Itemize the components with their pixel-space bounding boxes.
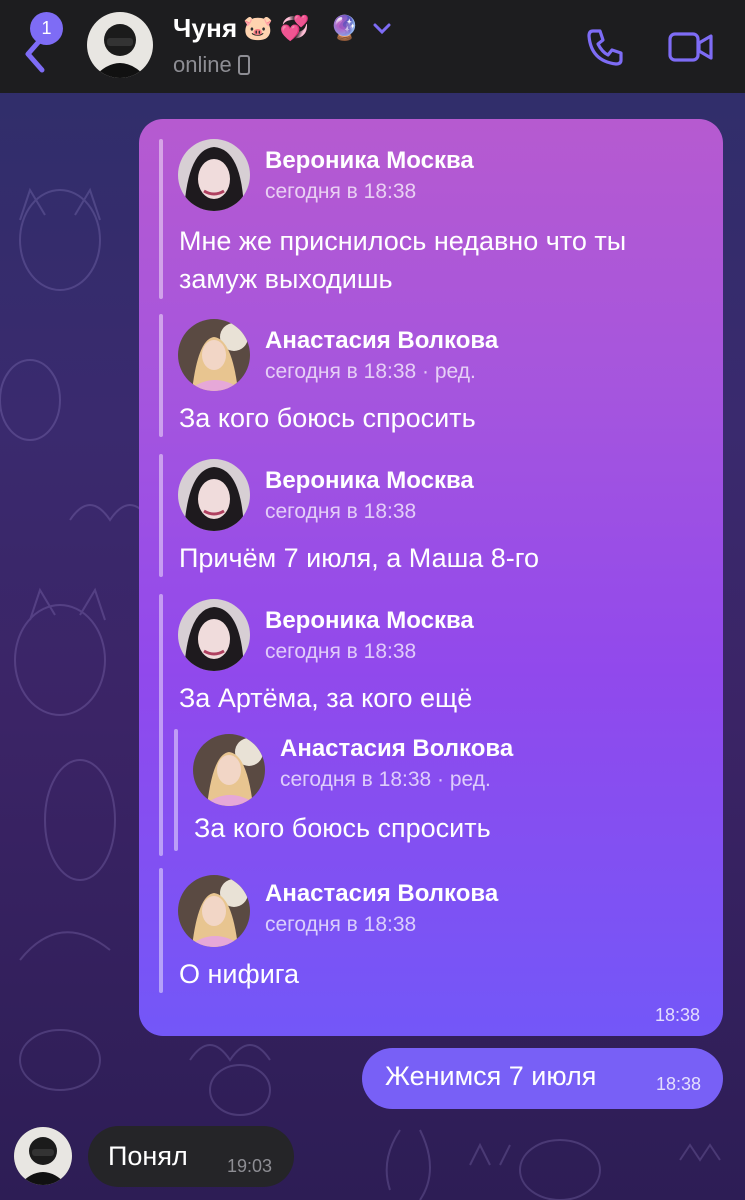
message-text: Понял: [108, 1141, 188, 1171]
avatar-anastasia[interactable]: [178, 875, 250, 947]
message-text: О нифига: [179, 955, 299, 993]
message-time: сегодня в 18:38: [265, 500, 417, 523]
author-name[interactable]: Анастасия Волкова: [265, 880, 498, 908]
message-time: 18:38: [655, 1074, 701, 1094]
phone-icon: [587, 29, 623, 66]
avatar-veronika[interactable]: [178, 139, 250, 211]
call-button[interactable]: [584, 26, 626, 68]
chat-title-text: Чуня: [173, 13, 238, 43]
message-text: За кого боюсь спросить: [194, 809, 491, 847]
chevron-down-icon[interactable]: [372, 22, 392, 36]
message-text: За Артёма, за кого ещё: [179, 679, 472, 717]
incoming-message[interactable]: Понял 19:03: [88, 1126, 294, 1187]
chat-status: online: [173, 52, 250, 78]
message-time: сегодня в 18:38: [265, 640, 417, 663]
avatar-veronika[interactable]: [178, 459, 250, 531]
message-text: Причём 7 июля, а Маша 8-го: [179, 539, 539, 577]
video-call-button[interactable]: [668, 30, 714, 64]
message-line: За кого боюсь спросить: [194, 813, 491, 843]
forward-bar: [159, 454, 163, 577]
message-time: сегодня в 18:38 · ред.: [280, 768, 491, 791]
chat-title[interactable]: Чуня 🐷 💞 🔮: [173, 13, 392, 44]
message-time: сегодня в 18:38: [265, 180, 417, 203]
message-time: 19:03: [226, 1156, 272, 1176]
message-text: За кого боюсь спросить: [179, 399, 476, 437]
chat-header: 1 Чуня 🐷 💞 🔮 online: [0, 0, 745, 93]
forwarded-message[interactable]: Вероника Москва сегодня в 18:38 Мне же п…: [159, 139, 699, 299]
author-name[interactable]: Вероника Москва: [265, 607, 474, 635]
message-line: замуж выходишь: [179, 264, 393, 294]
message-text: Мне же приснилось недавно что ты замуж в…: [179, 222, 626, 298]
forwarded-message[interactable]: Анастасия Волкова сегодня в 18:38 · ред.…: [159, 314, 699, 437]
unread-badge: 1: [30, 12, 63, 45]
message-line: Мне же приснилось недавно что ты: [179, 226, 627, 256]
message-text: Женимся 7 июля: [385, 1061, 597, 1091]
message-line: За кого боюсь спросить: [179, 403, 476, 433]
author-name[interactable]: Анастасия Волкова: [265, 327, 498, 355]
forward-bar: [174, 729, 178, 851]
forward-bar: [159, 594, 163, 856]
chat-avatar[interactable]: [87, 12, 153, 78]
author-name[interactable]: Вероника Москва: [265, 147, 474, 175]
forwarded-message[interactable]: Вероника Москва сегодня в 18:38 Причём 7…: [159, 454, 699, 577]
message-line: О нифига: [179, 959, 300, 989]
message-line: За Артёма, за кого ещё: [179, 683, 473, 713]
nested-forwarded-message[interactable]: Анастасия Волкова сегодня в 18:38 · ред.…: [174, 729, 694, 851]
mobile-icon: [237, 55, 250, 75]
sender-avatar[interactable]: [14, 1127, 72, 1185]
author-name[interactable]: Вероника Москва: [265, 467, 474, 495]
crystal-ball-emoji: 🔮: [329, 15, 360, 42]
hearts-emoji: 💞: [279, 15, 310, 42]
message-line: Причём 7 июля, а Маша 8-го: [179, 543, 540, 573]
avatar-anastasia[interactable]: [178, 319, 250, 391]
forwarded-message[interactable]: Анастасия Волкова сегодня в 18:38 О нифи…: [159, 868, 699, 993]
bubble-timestamp: 18:38: [654, 1005, 700, 1025]
status-text: online: [173, 52, 232, 77]
forward-bar: [159, 139, 163, 299]
forwarded-message[interactable]: Вероника Москва сегодня в 18:38 За Артём…: [159, 594, 699, 856]
forward-bar: [159, 314, 163, 437]
forward-bar: [159, 868, 163, 993]
avatar-anastasia[interactable]: [193, 734, 265, 806]
pig-emoji: 🐷: [243, 15, 274, 42]
message-time: сегодня в 18:38: [265, 913, 417, 936]
forwarded-messages-bubble[interactable]: Вероника Москва сегодня в 18:38 Мне же п…: [139, 119, 723, 1036]
author-name[interactable]: Анастасия Волкова: [280, 735, 513, 763]
message-time: сегодня в 18:38 · ред.: [265, 360, 476, 383]
video-icon: [668, 32, 713, 62]
outgoing-message[interactable]: Женимся 7 июля 18:38: [362, 1048, 723, 1109]
avatar-veronika[interactable]: [178, 599, 250, 671]
